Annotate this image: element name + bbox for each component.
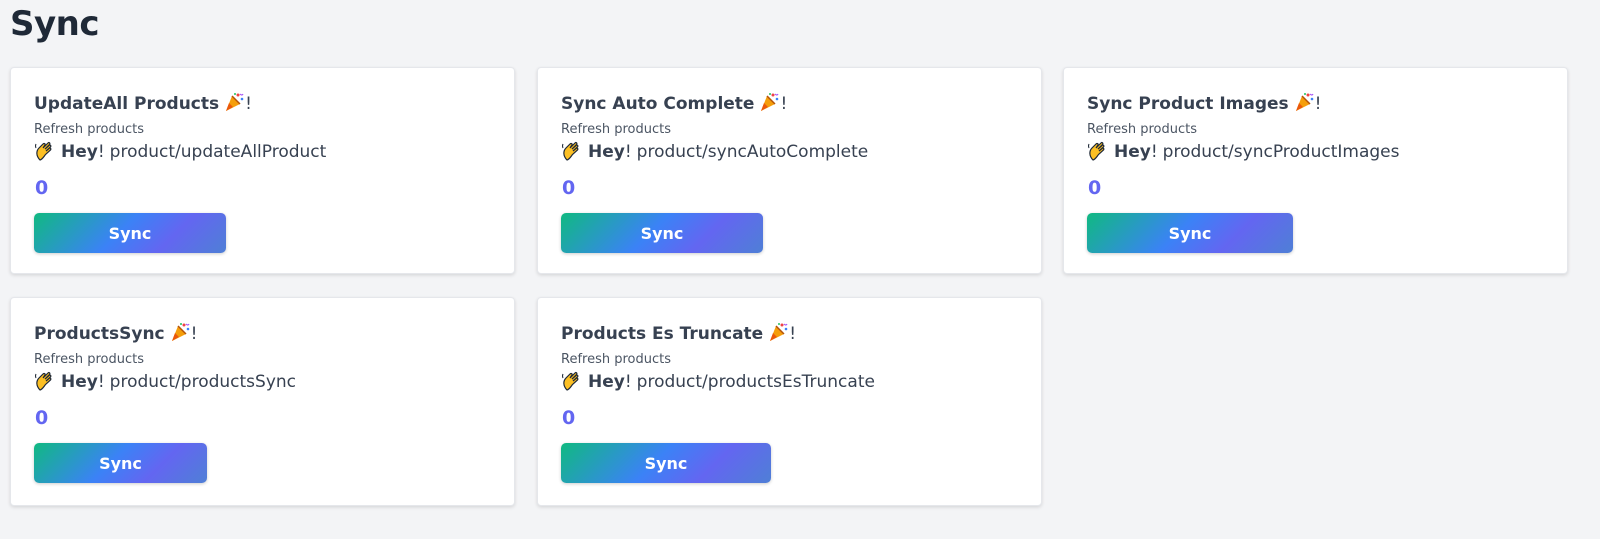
card-greeting: Hey! product/updateAllProduct xyxy=(34,140,326,164)
endpoint-path: product/syncProductImages xyxy=(1162,142,1400,162)
sync-button[interactable]: Sync xyxy=(561,443,771,483)
card-title: ProductsSync! xyxy=(34,323,198,344)
waving-hand-icon xyxy=(35,142,52,161)
endpoint-path: product/updateAllProduct xyxy=(109,142,327,162)
sync-count: 0 xyxy=(35,177,49,199)
sync-card-sync-auto-complete: Sync Auto Complete! Refresh products Hey… xyxy=(537,67,1042,274)
party-popper-icon xyxy=(1295,93,1314,111)
card-title: Products Es Truncate! xyxy=(561,323,797,344)
card-title: UpdateAll Products! xyxy=(34,93,252,114)
waving-hand-icon xyxy=(1088,142,1105,161)
endpoint-path: product/syncAutoComplete xyxy=(636,142,869,162)
card-greeting: Hey! product/productsEsTruncate xyxy=(561,370,875,394)
waving-hand-icon xyxy=(35,372,52,391)
sync-button[interactable]: Sync xyxy=(34,213,226,253)
sync-button[interactable]: Sync xyxy=(1087,213,1293,253)
party-popper-icon xyxy=(761,93,780,111)
endpoint-path: product/productsEsTruncate xyxy=(636,372,875,392)
card-subtitle: Refresh products xyxy=(34,352,144,367)
sync-card-sync-product-images: Sync Product Images! Refresh products He… xyxy=(1063,67,1568,274)
sync-card-products-es-truncate: Products Es Truncate! Refresh products H… xyxy=(537,297,1042,506)
sync-card-products-sync: ProductsSync! Refresh products Hey! produ… xyxy=(10,297,515,506)
party-popper-icon xyxy=(171,323,190,341)
waving-hand-icon xyxy=(562,372,579,391)
party-popper-icon xyxy=(226,93,244,111)
card-subtitle: Refresh products xyxy=(34,122,144,137)
endpoint-path: product/productsSync xyxy=(109,372,296,392)
sync-count: 0 xyxy=(35,407,49,429)
card-title: Sync Product Images! xyxy=(1087,93,1322,114)
sync-button[interactable]: Sync xyxy=(561,213,763,253)
card-subtitle: Refresh products xyxy=(1087,122,1197,137)
card-subtitle: Refresh products xyxy=(561,352,671,367)
waving-hand-icon xyxy=(562,142,579,161)
page-title: Sync xyxy=(10,4,100,44)
sync-count: 0 xyxy=(1088,177,1102,199)
sync-count: 0 xyxy=(562,177,576,199)
sync-count: 0 xyxy=(562,407,576,429)
sync-page: Sync UpdateAll Products! Refresh product… xyxy=(0,0,1600,539)
card-greeting: Hey! product/productsSync xyxy=(34,370,296,394)
card-title: Sync Auto Complete! xyxy=(561,93,788,114)
party-popper-icon xyxy=(770,323,788,341)
card-greeting: Hey! product/syncAutoComplete xyxy=(561,140,868,164)
sync-card-update-all-products: UpdateAll Products! Refresh products Hey… xyxy=(10,67,515,274)
sync-button[interactable]: Sync xyxy=(34,443,207,483)
card-subtitle: Refresh products xyxy=(561,122,671,137)
card-greeting: Hey! product/syncProductImages xyxy=(1087,140,1399,164)
